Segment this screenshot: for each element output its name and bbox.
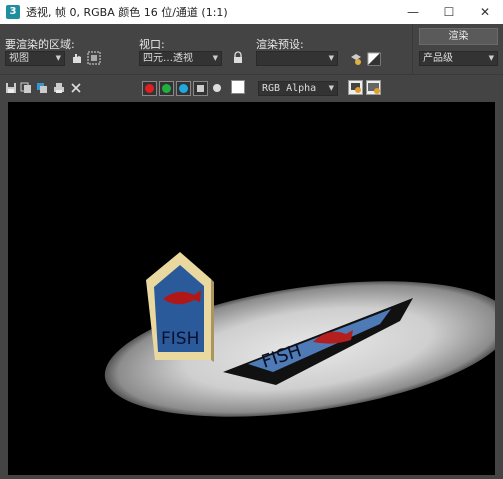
- green-channel-icon: [162, 84, 171, 93]
- preset-label: 渲染预设:: [256, 38, 304, 51]
- chevron-down-icon: ▼: [212, 54, 218, 62]
- monochrome-icon[interactable]: [211, 82, 223, 94]
- chevron-down-icon: ▼: [328, 54, 334, 62]
- frame-buffer-toolbar: RGB Alpha ▼: [0, 74, 503, 102]
- red-channel-icon: [145, 84, 154, 93]
- alpha-channel-icon: [197, 85, 204, 92]
- clone-icon[interactable]: [36, 82, 48, 94]
- viewport-label: 视口:: [139, 38, 165, 51]
- environment-icon[interactable]: [367, 52, 381, 66]
- title-bar: 3 透视, 帧 0, RGBA 颜色 16 位/通道 (1:1) — ☐ ✕: [0, 0, 503, 24]
- alpha-channel-toggle[interactable]: [193, 81, 208, 96]
- red-channel-toggle[interactable]: [142, 81, 157, 96]
- print-icon[interactable]: [53, 82, 65, 94]
- render-button[interactable]: 渲染: [419, 28, 498, 45]
- lock-icon[interactable]: [231, 51, 245, 65]
- quality-dropdown[interactable]: 产品级 ▼: [419, 51, 498, 66]
- area-label: 要渲染的区域:: [5, 38, 75, 51]
- toggle-ui-overlay-icon[interactable]: [366, 80, 381, 95]
- copy-icon[interactable]: [20, 82, 32, 94]
- preset-dropdown[interactable]: ▼: [256, 51, 338, 66]
- quality-dropdown-value: 产品级: [423, 53, 453, 64]
- background-color-swatch[interactable]: [231, 80, 245, 94]
- chevron-down-icon: ▼: [488, 54, 494, 62]
- viewport-dropdown-value: 四元…透视: [143, 53, 193, 64]
- area-dropdown[interactable]: 视图 ▼: [5, 51, 65, 66]
- app-icon: 3: [6, 5, 20, 19]
- fish-sign: FISH: [146, 252, 214, 362]
- render-settings-panel: 要渲染的区域: 视图 ▼ 视口: 四元…透视 ▼ 渲染预设: ▼ 渲染 产品级 …: [0, 24, 503, 74]
- window-title: 透视, 帧 0, RGBA 颜色 16 位/通道 (1:1): [26, 6, 228, 19]
- green-channel-toggle[interactable]: [159, 81, 174, 96]
- render-section: 渲染 产品级 ▼: [412, 24, 503, 74]
- rendered-scene: FISH FISH: [104, 252, 495, 417]
- channel-display-value: RGB Alpha: [262, 83, 317, 94]
- close-button[interactable]: ✕: [467, 0, 503, 24]
- window-bottom-border: [0, 475, 503, 479]
- auto-region-icon[interactable]: [87, 51, 101, 65]
- blue-channel-icon: [179, 84, 188, 93]
- sign-text: FISH: [161, 329, 199, 349]
- display-channel-icon[interactable]: [348, 80, 363, 95]
- clear-icon[interactable]: [70, 82, 82, 94]
- chevron-down-icon: ▼: [55, 54, 61, 62]
- window-controls: — ☐ ✕: [395, 0, 503, 24]
- rendered-image-viewport[interactable]: FISH FISH: [8, 102, 495, 475]
- maximize-button[interactable]: ☐: [431, 0, 467, 24]
- render-setup-icon[interactable]: [349, 52, 363, 66]
- blue-channel-toggle[interactable]: [176, 81, 191, 96]
- area-dropdown-value: 视图: [9, 53, 29, 64]
- viewport-dropdown[interactable]: 四元…透视 ▼: [139, 51, 222, 66]
- channel-display-dropdown[interactable]: RGB Alpha ▼: [258, 81, 338, 96]
- save-icon[interactable]: [5, 82, 17, 94]
- chevron-down-icon: ▼: [328, 84, 334, 92]
- pick-region-icon[interactable]: [70, 51, 84, 65]
- minimize-button[interactable]: —: [395, 0, 431, 24]
